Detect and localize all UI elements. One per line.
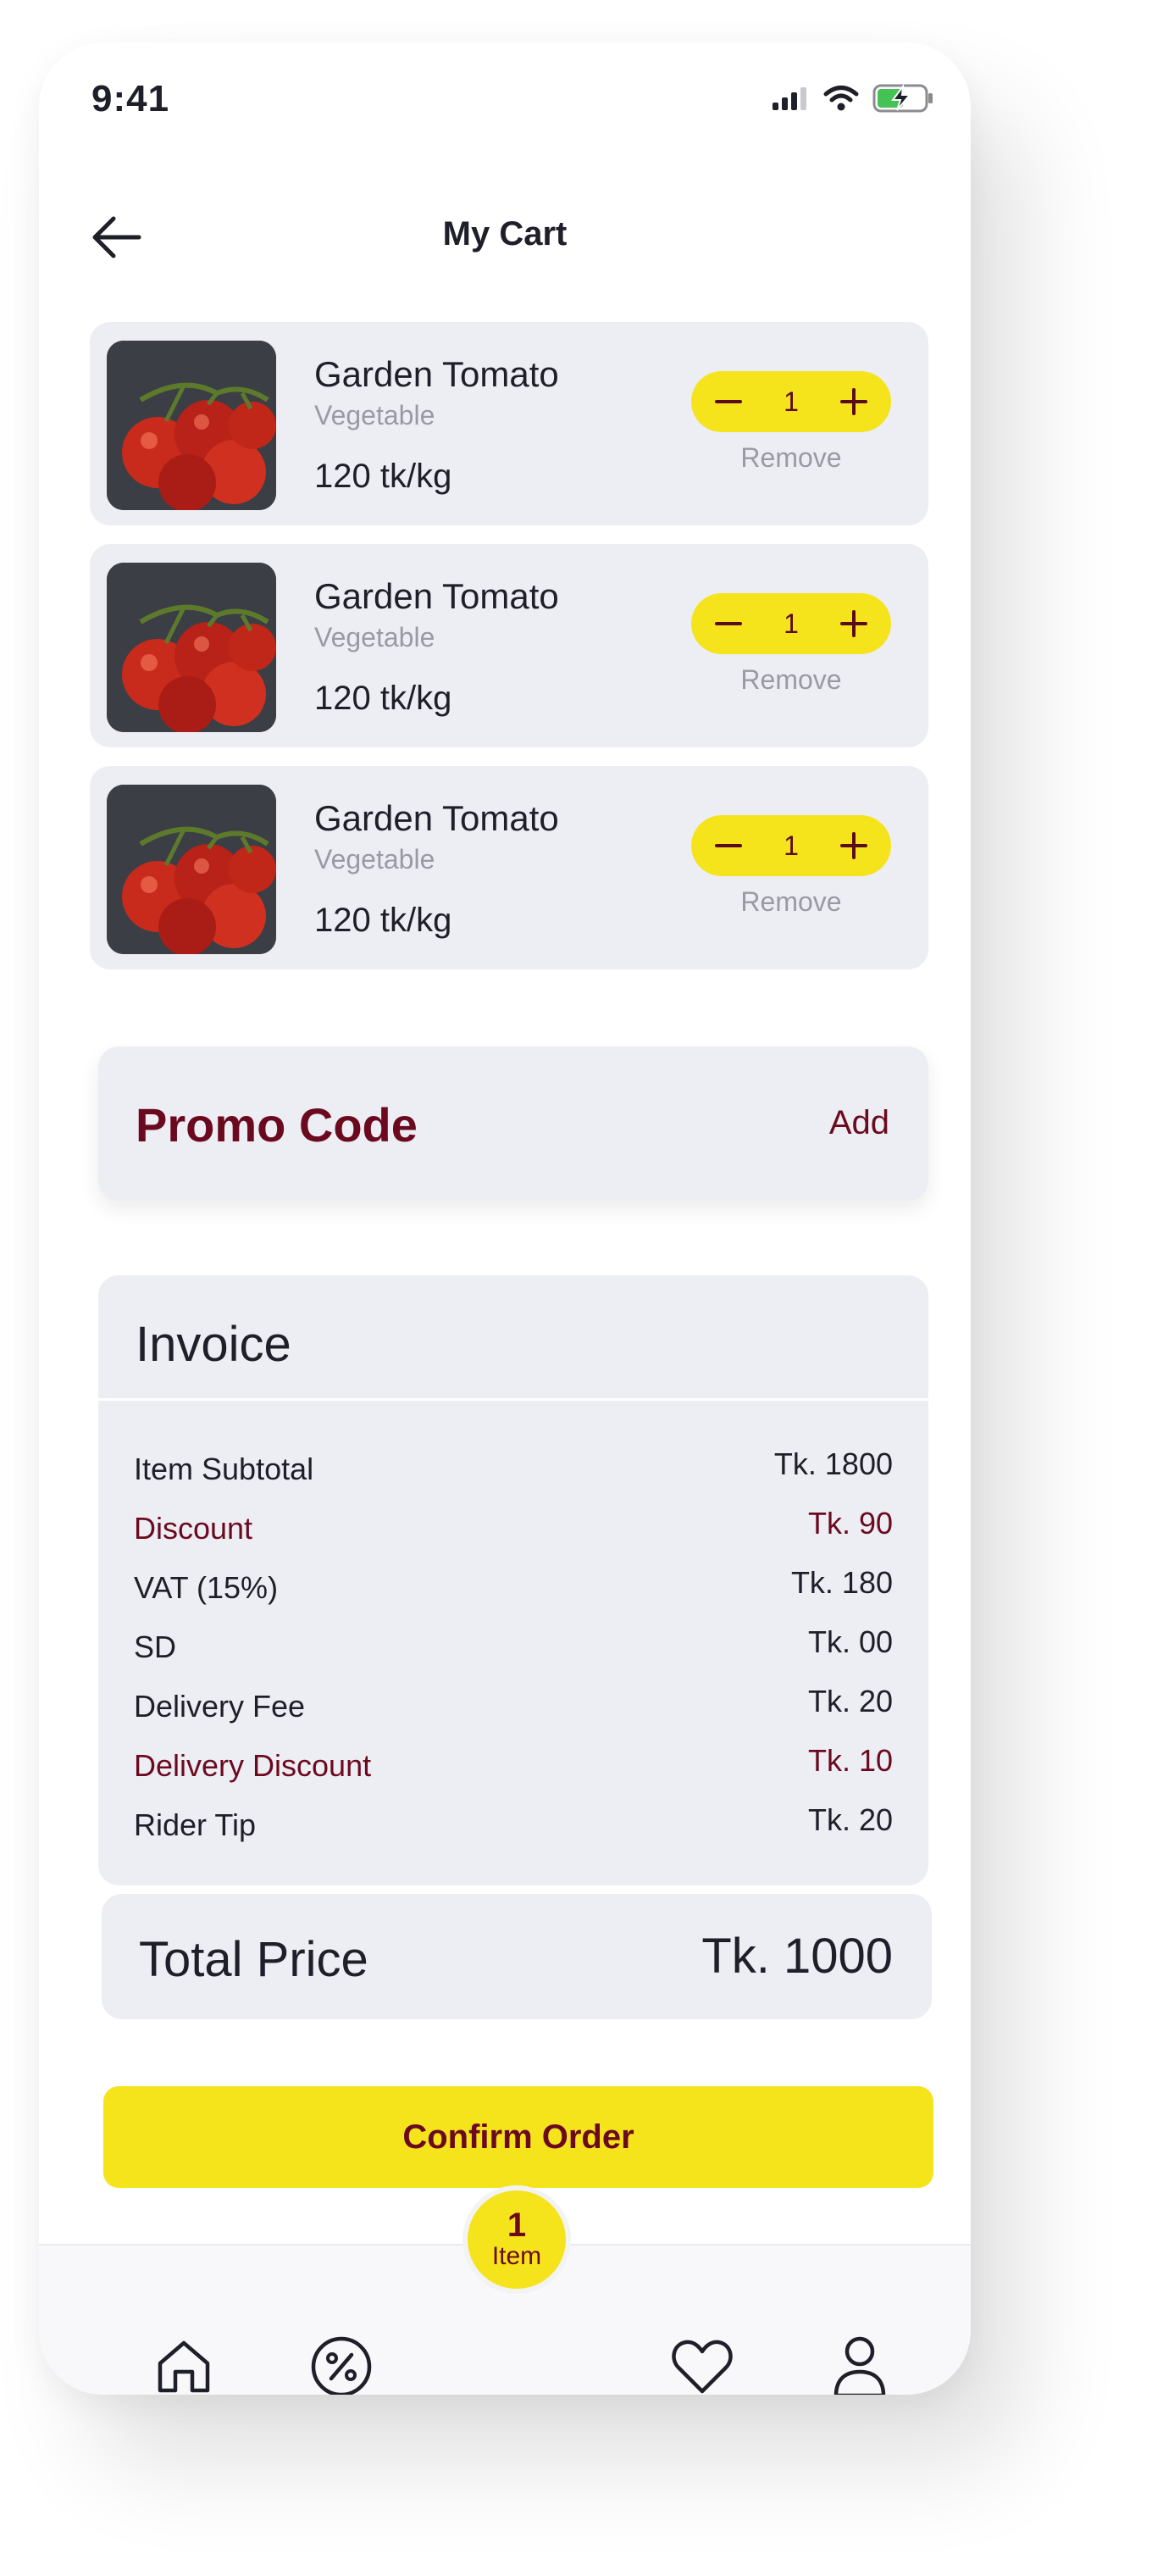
invoice-title: Invoice — [136, 1317, 291, 1372]
product-price: 120 tk/kg — [314, 902, 452, 939]
invoice-divider — [98, 1398, 928, 1401]
cart-count: 1 — [507, 2207, 527, 2244]
remove-button[interactable]: Remove — [691, 664, 891, 696]
invoice-value: Tk. 90 — [807, 1506, 893, 1541]
product-price: 120 tk/kg — [314, 680, 452, 717]
quantity-value: 1 — [784, 386, 799, 417]
cart-item: Garden Tomato Vegetable 120 tk/kg 1 Remo… — [90, 766, 928, 969]
status-time: 9:41 — [91, 78, 170, 119]
invoice-value: Tk. 00 — [807, 1624, 893, 1659]
invoice-row-sd: SD Tk. 00 — [134, 1624, 893, 1675]
product-name: Garden Tomato — [314, 576, 559, 616]
product-category: Vegetable — [314, 400, 435, 430]
remove-button[interactable]: Remove — [691, 886, 891, 918]
total-label: Total Price — [139, 1932, 368, 1987]
promo-code-label: Promo Code — [136, 1098, 418, 1152]
discount-icon[interactable] — [303, 2329, 379, 2395]
minus-icon[interactable] — [712, 829, 745, 863]
signal-icon — [773, 87, 806, 110]
invoice-label: Delivery Fee — [134, 1689, 306, 1724]
profile-icon[interactable] — [822, 2329, 898, 2395]
remove-button[interactable]: Remove — [691, 442, 891, 474]
product-name: Garden Tomato — [314, 798, 559, 838]
cart-list: Garden Tomato Vegetable 120 tk/kg 1 Remo… — [90, 322, 928, 988]
plus-icon[interactable] — [837, 385, 871, 419]
product-category: Vegetable — [314, 844, 435, 874]
invoice-label: VAT (15%) — [134, 1570, 279, 1605]
invoice-row-delivery-discount: Delivery Discount Tk. 10 — [134, 1743, 893, 1794]
invoice-label: SD — [134, 1629, 177, 1664]
minus-icon[interactable] — [712, 607, 745, 641]
minus-icon[interactable] — [712, 385, 745, 419]
add-promo-button[interactable]: Add — [829, 1104, 889, 1142]
cart-count-label: Item — [491, 2242, 542, 2270]
invoice-row-vat: VAT (15%) Tk. 180 — [134, 1565, 893, 1616]
total-value: Tk. 1000 — [701, 1929, 893, 1984]
product-category: Vegetable — [314, 622, 435, 652]
product-image[interactable] — [107, 341, 276, 510]
invoice-label: Rider Tip — [134, 1807, 257, 1842]
invoice-row-discount: Discount Tk. 90 — [134, 1506, 893, 1557]
invoice-value: Tk. 20 — [807, 1684, 893, 1718]
invoice-row-delivery-fee: Delivery Fee Tk. 20 — [134, 1684, 893, 1735]
quantity-value: 1 — [784, 608, 799, 639]
product-name: Garden Tomato — [314, 354, 559, 394]
battery-charging-icon — [872, 83, 933, 113]
invoice-label: Item Subtotal — [134, 1452, 314, 1486]
quantity-value: 1 — [784, 830, 799, 861]
promo-code-card: Promo Code Add — [98, 1046, 928, 1201]
invoice-label: Delivery Discount — [134, 1748, 372, 1783]
page-title: My Cart — [442, 215, 568, 253]
plus-icon[interactable] — [837, 829, 871, 863]
invoice-value: Tk. 1800 — [773, 1446, 893, 1481]
wifi-icon — [823, 86, 859, 111]
status-icons — [771, 83, 935, 114]
confirm-order-button[interactable]: Confirm Order — [103, 2086, 933, 2188]
total-card: Total Price Tk. 1000 — [102, 1894, 932, 2019]
invoice-row-rider-tip: Rider Tip Tk. 20 — [134, 1802, 893, 1853]
product-price: 120 tk/kg — [314, 458, 452, 495]
quantity-stepper: 1 — [691, 815, 891, 876]
phone-screen: 9:41 My Cart Garden Tomato Vegetable 120… — [39, 42, 971, 2395]
invoice-card: Invoice Item Subtotal Tk. 1800 Discount … — [98, 1275, 928, 1885]
plus-icon[interactable] — [837, 607, 871, 641]
cart-item: Garden Tomato Vegetable 120 tk/kg 1 Remo… — [90, 544, 928, 747]
invoice-value: Tk. 180 — [790, 1565, 893, 1600]
invoice-value: Tk. 20 — [807, 1802, 893, 1837]
quantity-stepper: 1 — [691, 593, 891, 654]
cart-item: Garden Tomato Vegetable 120 tk/kg 1 Remo… — [90, 322, 928, 525]
invoice-value: Tk. 10 — [807, 1743, 893, 1778]
quantity-stepper: 1 — [691, 371, 891, 432]
invoice-label: Discount — [134, 1511, 253, 1546]
invoice-row-subtotal: Item Subtotal Tk. 1800 — [134, 1446, 893, 1497]
product-image[interactable] — [107, 563, 276, 732]
header: My Cart — [39, 195, 971, 280]
product-image[interactable] — [107, 785, 276, 954]
heart-icon[interactable] — [664, 2329, 740, 2395]
cart-count-badge[interactable]: 1 Item — [468, 2190, 566, 2289]
home-icon[interactable] — [146, 2329, 222, 2395]
